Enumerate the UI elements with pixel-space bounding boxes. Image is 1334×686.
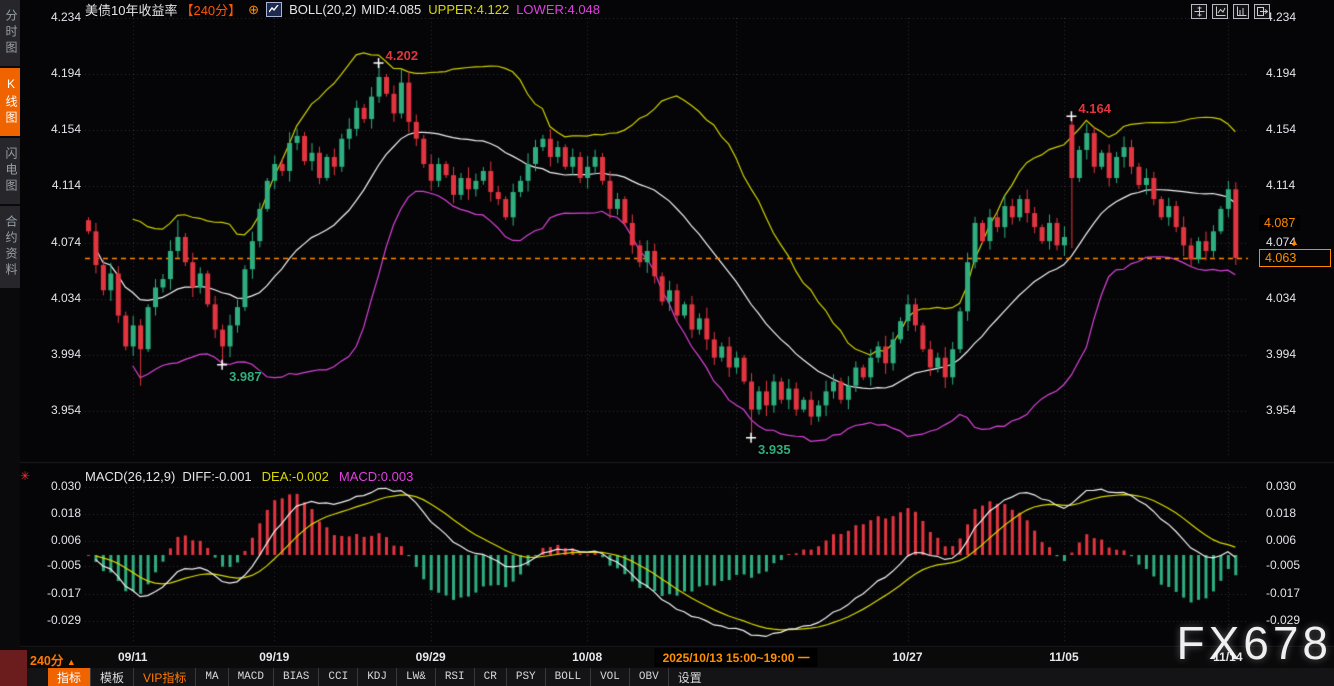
macd-tick-right: 0.006 — [1266, 533, 1296, 547]
price-direction-arrow-icon: ▲ — [1290, 237, 1299, 247]
macd-pane-alert-icon[interactable]: ✳ — [20, 469, 30, 483]
macd-tick-left: 0.030 — [51, 479, 81, 493]
date-tick: 09/19 — [259, 650, 289, 664]
period-selector-label: 240分 — [30, 654, 63, 668]
price-tick-left: 4.234 — [51, 10, 81, 24]
macd-indicator-label: MACD(26,12,9) — [85, 469, 175, 484]
toolbar-item-LW&[interactable]: LW& — [396, 668, 435, 686]
chart-header: 美债10年收益率 【240分】 ⊕ BOLL(20,2) MID:4.085 U… — [85, 1, 600, 18]
boll-mid-price-tag: 4.087 — [1259, 215, 1300, 231]
right-price-axis: 4.2344.1944.1544.1144.0744.0343.9943.954… — [1262, 0, 1334, 648]
macd-tick-left: -0.017 — [47, 586, 81, 600]
price-tick-right: 4.194 — [1266, 66, 1296, 80]
price-tick-left: 3.954 — [51, 403, 81, 417]
chart-type-icon[interactable] — [266, 2, 282, 17]
toolbar-item-MACD[interactable]: MACD — [228, 668, 273, 686]
toolbar-item-指标[interactable]: 指标 — [48, 668, 90, 686]
price-tick-right: 4.034 — [1266, 291, 1296, 305]
toolbar-item-RSI[interactable]: RSI — [435, 668, 474, 686]
price-tick-left: 3.994 — [51, 347, 81, 361]
toolbar-item-设置[interactable]: 设置 — [668, 668, 711, 686]
macd-dea-value: DEA:-0.002 — [262, 469, 329, 484]
extreme-price-label: 3.987 — [229, 369, 262, 384]
date-tick: 10/27 — [892, 650, 922, 664]
date-axis-row: 240分 ▲ 09/11 09/19 09/29 10/08 2025/10/13 15… — [0, 648, 1334, 668]
price-and-macd-chart[interactable] — [0, 0, 1334, 686]
fx678-watermark: FX678 — [1176, 616, 1332, 670]
indicator-toolbar: 指标模板VIP指标MAMACDBIASCCIKDJLW&RSICRPSYBOLL… — [0, 668, 1334, 686]
macd-tick-left: -0.005 — [47, 558, 81, 572]
date-tick: 11/05 — [1049, 650, 1078, 664]
macd-tick-left: 0.018 — [51, 506, 81, 520]
boll-lower-value: LOWER:4.048 — [516, 2, 600, 17]
price-tick-left: 4.154 — [51, 122, 81, 136]
toolbar-item-BIAS[interactable]: BIAS — [273, 668, 318, 686]
toolbar-item-OBV[interactable]: OBV — [629, 668, 668, 686]
go-to-latest-icon[interactable] — [1254, 4, 1270, 19]
macd-tick-right: -0.005 — [1266, 558, 1300, 572]
macd-tick-right: 0.030 — [1266, 479, 1296, 493]
price-tick-right: 4.114 — [1266, 178, 1295, 192]
instrument-title: 美债10年收益率 — [85, 0, 177, 19]
macd-diff-value: DIFF:-0.001 — [182, 469, 251, 484]
boll-mid-value: MID:4.085 — [361, 2, 421, 17]
date-tick: 09/29 — [416, 650, 446, 664]
price-tick-right: 3.954 — [1266, 403, 1296, 417]
sidebar-item-2[interactable]: 闪电图 — [0, 138, 20, 204]
toolbar-item-CCI[interactable]: CCI — [318, 668, 357, 686]
current-price-tag: 4.063 — [1259, 249, 1331, 267]
price-tick-left: 4.074 — [51, 235, 81, 249]
toolbar-item-PSY[interactable]: PSY — [506, 668, 545, 686]
macd-macd-value: MACD:0.003 — [339, 469, 413, 484]
price-tick-left: 4.114 — [52, 178, 81, 192]
macd-tick-right: 0.018 — [1266, 506, 1296, 520]
add-indicator-icon[interactable]: ⊕ — [248, 3, 259, 16]
pan-icon[interactable] — [1191, 4, 1207, 19]
period-tag[interactable]: 【240分】 — [180, 0, 241, 19]
period-selector[interactable]: 240分 ▲ — [30, 650, 76, 669]
corner-logo-block — [0, 650, 27, 686]
toolbar-item-VOL[interactable]: VOL — [590, 668, 629, 686]
toolbar-item-模板[interactable]: 模板 — [90, 668, 133, 686]
chart-tool-buttons — [1191, 4, 1270, 19]
extreme-price-label: 4.202 — [386, 48, 419, 63]
price-tick-left: 4.194 — [51, 66, 81, 80]
macd-tick-right: -0.017 — [1266, 586, 1300, 600]
date-tick: 10/08 — [572, 650, 602, 664]
price-tick-right: 4.234 — [1266, 10, 1296, 24]
toolbar-item-KDJ[interactable]: KDJ — [357, 668, 396, 686]
sidebar-item-0[interactable]: 分时图 — [0, 0, 20, 66]
sidebar-item-3[interactable]: 合约资料 — [0, 206, 20, 288]
boll-indicator-label: BOLL(20,2) — [289, 2, 356, 17]
extreme-price-label: 3.935 — [758, 442, 791, 457]
macd-tick-left: -0.029 — [47, 613, 81, 627]
date-tick: 09/11 — [118, 650, 147, 664]
toolbar-item-CR[interactable]: CR — [474, 668, 506, 686]
sidebar-item-1[interactable]: K线图 — [0, 68, 20, 136]
chevron-up-icon: ▲ — [67, 657, 76, 667]
price-tick-left: 4.034 — [51, 291, 81, 305]
toolbar-item-VIP指标[interactable]: VIP指标 — [133, 668, 195, 686]
macd-tick-left: 0.006 — [51, 533, 81, 547]
toolbar-item-MA[interactable]: MA — [195, 668, 227, 686]
axis-scale-right-icon[interactable] — [1233, 4, 1249, 19]
left-tab-bar: 分时图K线图闪电图合约资料 — [0, 0, 20, 648]
extreme-price-label: 4.164 — [1078, 101, 1111, 116]
axis-scale-left-icon[interactable] — [1212, 4, 1228, 19]
hovered-bar-datetime: 2025/10/13 15:00~19:00 一 — [655, 648, 818, 667]
chart-window: 分时图K线图闪电图合约资料 美债10年收益率 【240分】 ⊕ BOLL(20,… — [0, 0, 1334, 686]
boll-upper-value: UPPER:4.122 — [428, 2, 509, 17]
price-tick-right: 3.994 — [1266, 347, 1296, 361]
toolbar-item-BOLL[interactable]: BOLL — [545, 668, 590, 686]
macd-header: MACD(26,12,9) DIFF:-0.001 DEA:-0.002 MAC… — [85, 469, 413, 484]
price-tick-right: 4.154 — [1266, 122, 1296, 136]
